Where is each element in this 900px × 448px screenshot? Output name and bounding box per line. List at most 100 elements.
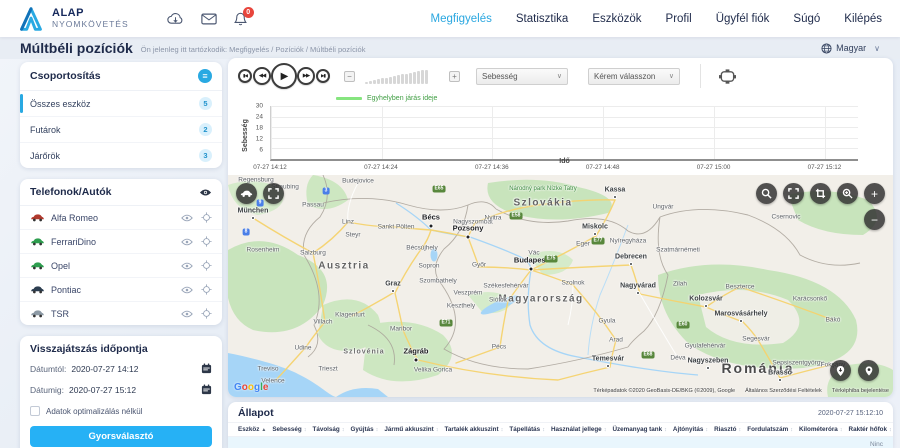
column-header[interactable]: Raktér hőfok↕ (849, 426, 892, 433)
report-map-error-link[interactable]: Térképhiba bejelentése (832, 388, 889, 394)
device-item[interactable]: Alfa Romeo (20, 206, 222, 230)
device-item[interactable]: FerrariDino (20, 230, 222, 254)
column-header[interactable]: Távolság↕ (312, 426, 344, 433)
legend-color-swatch (336, 97, 362, 100)
play-button[interactable]: ▶ (271, 63, 297, 89)
skip-to-start-button[interactable]: ▮◀ (238, 69, 252, 83)
speed-increase-button[interactable]: + (449, 71, 460, 82)
speed-slider[interactable] (365, 69, 439, 84)
devices-title: Telefonok/Autók (30, 186, 111, 198)
column-header[interactable]: Jármű akkuszint↕ (384, 426, 438, 433)
cloud-download-icon[interactable] (167, 12, 184, 25)
optimization-checkbox[interactable] (30, 406, 40, 416)
map-city-dot (704, 304, 708, 308)
column-header[interactable]: Kilométeróra↕ (799, 426, 843, 433)
date-from-value[interactable]: 2020-07-27 14:12 (71, 364, 138, 374)
optimization-checkbox-label: Adatok optimalizálás nélkül (46, 407, 143, 416)
speed-decrease-button[interactable]: − (344, 71, 355, 82)
google-logo: Google (234, 382, 268, 393)
nav-item[interactable]: Ügyfél fiók (716, 13, 770, 25)
location-pin-button[interactable] (858, 360, 879, 381)
legend-label: Egyhelyben járás ideje (367, 95, 437, 102)
column-header[interactable]: Sebesség↕ (272, 426, 306, 433)
nav-item[interactable]: Megfigyelés (431, 13, 492, 25)
map-city-dot (613, 195, 617, 199)
search-map-button[interactable] (756, 183, 777, 204)
zoom-area-button[interactable] (837, 183, 858, 204)
calendar-icon[interactable] (201, 384, 212, 395)
visibility-eye-icon[interactable] (181, 214, 193, 222)
map-city-dot (414, 358, 419, 363)
notifications-bell-icon[interactable]: 0 (234, 12, 247, 26)
map-city-dot (739, 319, 743, 323)
car-icon (30, 237, 45, 246)
devices-card: Telefonok/Autók Alfa RomeoFerrariDinoOpe… (20, 179, 222, 325)
column-header[interactable]: Gyújtás↕ (351, 426, 379, 433)
column-header[interactable]: Ajtónyitás↕ (673, 426, 708, 433)
locate-crosshair-icon[interactable] (201, 212, 212, 223)
optimization-checkbox-row[interactable]: Adatok optimalizálás nélkül (20, 400, 222, 422)
map-city-dot (778, 378, 782, 382)
rewind-button[interactable]: ◀◀ (253, 67, 271, 85)
nav-item[interactable]: Profil (666, 13, 692, 25)
device-select-dropdown[interactable]: Kérem válasszon ∨ (588, 68, 680, 85)
grouping-card: Csoportosítás ≡ Összes eszköz5Futárok2Já… (20, 62, 222, 168)
nav-item[interactable]: Statisztika (516, 13, 568, 25)
column-header[interactable]: Használat jellege↕ (551, 426, 607, 433)
status-empty-row: Ninc (228, 437, 893, 448)
app-logo[interactable]: ALAP NYOMKÖVETÉS (18, 7, 129, 31)
quick-select-button[interactable]: Gyorsválasztó (30, 426, 212, 447)
group-item[interactable]: Összes eszköz5 (20, 91, 222, 117)
draw-region-button[interactable] (810, 183, 831, 204)
column-header[interactable]: Riasztó↕ (714, 426, 741, 433)
expand-view-button[interactable] (783, 183, 804, 204)
visibility-eye-icon[interactable] (181, 286, 193, 294)
device-item[interactable]: TSR (20, 302, 222, 325)
nav-item[interactable]: Kilépés (844, 13, 882, 25)
skip-to-end-button[interactable]: ▶▮ (316, 69, 330, 83)
logo-title: ALAP (52, 8, 129, 19)
language-selector[interactable]: Magyar ∨ (821, 43, 880, 54)
date-to-value[interactable]: 2020-07-27 15:12 (69, 385, 136, 395)
visibility-eye-icon[interactable] (181, 238, 193, 246)
locate-crosshair-icon[interactable] (201, 308, 212, 319)
locate-crosshair-icon[interactable] (201, 284, 212, 295)
calendar-icon[interactable] (201, 363, 212, 374)
messages-icon[interactable] (201, 13, 217, 25)
group-item[interactable]: Futárok2 (20, 117, 222, 143)
speed-dropdown[interactable]: Sebesség ∨ (476, 68, 568, 85)
speed-chart: Egyhelyben járás ideje Sebesség Idő 3024… (228, 94, 893, 175)
zoom-in-button[interactable]: + (864, 183, 885, 204)
column-header[interactable]: Tartalék akkuszint↕ (444, 426, 503, 433)
map-city-dot (466, 235, 471, 240)
visibility-eye-icon[interactable] (181, 262, 193, 270)
nav-item[interactable]: Súgó (793, 13, 820, 25)
column-header[interactable]: Tápellátás↕ (509, 426, 545, 433)
terms-link[interactable]: Általános Szerződési Feltételek (745, 388, 822, 394)
nav-item[interactable]: Eszközök (592, 13, 641, 25)
column-header[interactable]: Fordulatszám↕ (747, 426, 793, 433)
group-item[interactable]: Járőrök3 (20, 143, 222, 168)
fast-forward-button[interactable]: ▶▶ (297, 67, 315, 85)
locate-crosshair-icon[interactable] (201, 236, 212, 247)
locate-crosshair-icon[interactable] (201, 260, 212, 271)
area-select-button[interactable] (715, 65, 739, 87)
grouping-icon[interactable]: ≡ (198, 69, 212, 83)
column-header[interactable]: Eszköz▲ (238, 426, 266, 433)
chart-y-ticks: 302418126 (228, 106, 266, 161)
device-item[interactable]: Opel (20, 254, 222, 278)
visibility-eye-icon[interactable] (181, 310, 193, 318)
column-header[interactable]: Üzemanyag tank↕ (612, 426, 666, 433)
fit-markers-button[interactable] (830, 360, 851, 381)
chart-legend: Egyhelyben járás ideje (336, 95, 437, 102)
toggle-all-visibility-eye-icon[interactable] (199, 188, 212, 197)
zoom-out-button[interactable]: − (864, 209, 885, 230)
chevron-down-icon: ∨ (557, 72, 562, 80)
status-panel: Állapot 2020-07-27 15:12:10 Eszköz▲Sebes… (228, 402, 893, 448)
fullscreen-button[interactable] (263, 183, 284, 204)
map[interactable]: SzlovákiaAusztriaMagyarországSzlovéniaRo… (228, 175, 893, 397)
map-city-dot (606, 364, 610, 368)
playback-time-title: Visszajátszás időpontja (30, 343, 148, 355)
device-item[interactable]: Pontiac (20, 278, 222, 302)
vehicle-follow-button[interactable] (236, 183, 257, 204)
